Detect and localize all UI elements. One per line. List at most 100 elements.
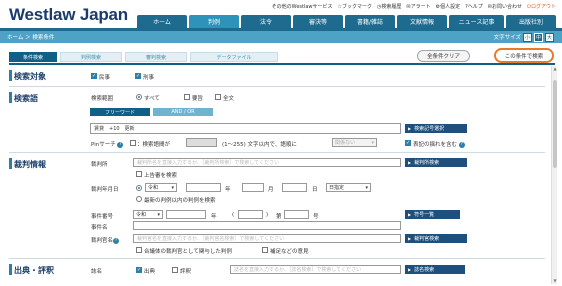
help-link[interactable]: ? ヘルプ [465, 3, 483, 11]
scrollbar-thumb[interactable] [553, 80, 557, 168]
breadcrumb[interactable]: ホーム ＞ 検索条件 [7, 33, 54, 41]
contact-link[interactable]: ✉ お問い合わせ [488, 3, 522, 11]
keyword-input[interactable]: 賃貸 +10 更新 [90, 123, 401, 134]
subtab-condition[interactable]: 条件検索 [9, 52, 57, 62]
checkbox-summary[interactable] [184, 94, 190, 100]
section-marker [9, 158, 12, 169]
label-latest: 最新の判例以内の判例を検索 [144, 198, 216, 204]
section-marker [9, 92, 12, 103]
logout-link[interactable]: ⏻ ログアウト [527, 3, 556, 11]
journal-input[interactable]: 誌名を直接入力するか、［誌名検索］で検索してください [230, 265, 401, 274]
search-button[interactable]: この条件で検索 [494, 48, 554, 63]
other-services-link[interactable]: その他のWestlawサービス [272, 3, 333, 10]
pin-distance-input[interactable] [186, 138, 217, 147]
journal-search-button[interactable]: 誌名検索 [405, 265, 465, 274]
scrollbar[interactable]: ▲ ▼ [551, 66, 557, 284]
label-opinion: 補足などの意見 [270, 249, 309, 255]
case-no-year-input[interactable] [166, 210, 206, 219]
scroll-up-icon[interactable]: ▲ [552, 66, 558, 72]
search-symbol-button[interactable]: 検索記号選択 [405, 124, 467, 133]
scroll-down-icon[interactable]: ▼ [552, 278, 558, 284]
font-size-small[interactable]: 小 [523, 32, 532, 42]
label-criminal: 刑事 [143, 75, 155, 81]
symbol-list-button[interactable]: 符号一覧 [405, 210, 460, 219]
case-name-input[interactable] [133, 221, 401, 230]
date-year-input[interactable] [186, 183, 221, 192]
label-day: 日 [312, 187, 318, 193]
logo[interactable]: Westlaw Japan [9, 5, 128, 25]
label-upper-court: 上告審を検索 [144, 173, 178, 179]
pin-range-text: (1～255) 文字以内で、語順に [222, 142, 297, 148]
tab-home[interactable]: ホーム [137, 15, 187, 28]
label-month: 月 [268, 187, 274, 193]
checkbox-source[interactable] [136, 267, 142, 273]
date-era-select[interactable]: 令和 ▾ [145, 183, 177, 192]
label-year: 年 [225, 187, 231, 193]
clear-all-button[interactable]: 全条件クリア [417, 50, 470, 62]
radio-scope-all[interactable] [136, 94, 142, 100]
date-month-input[interactable] [242, 183, 264, 192]
checkbox-fulltext[interactable] [215, 94, 221, 100]
label-summary: 要旨 [192, 96, 204, 102]
judge-search-button[interactable]: 裁判官検索 [405, 234, 467, 243]
personal-settings-link[interactable]: ⚙ 個人設定 [436, 3, 461, 11]
label-synonym: 表記の揺れを含む ? [413, 141, 465, 148]
font-size-large[interactable]: 大 [545, 32, 554, 42]
tab-cases[interactable]: 判例 [189, 15, 239, 28]
main-tabs: ホーム 判例 法令 審決等 書籍/雑誌 文献情報 ニュース記事 出版社別 [137, 15, 556, 28]
radio-latest[interactable] [136, 196, 142, 202]
mode-tab-andor[interactable]: AND / OR [153, 108, 213, 116]
judge-input[interactable]: 裁判官名を直接入力するか、［裁判官名検索］で検索してください [133, 234, 401, 243]
subtab-datafile[interactable]: データファイル [190, 52, 278, 62]
tab-books[interactable]: 書籍/雑誌 [345, 15, 395, 28]
chevron-down-icon: ▾ [157, 211, 160, 218]
subtab-case[interactable]: 判例検索 [60, 52, 122, 62]
checkbox-pin[interactable] [130, 140, 136, 146]
help-icon[interactable]: ? [117, 141, 124, 148]
date-mode-select[interactable]: 日指定 ▾ [326, 183, 371, 192]
pin-search-label: Pinサーチ ? [91, 141, 124, 148]
tab-decisions[interactable]: 審決等 [293, 15, 343, 28]
mode-tab-freeword[interactable]: フリーワード [90, 108, 150, 116]
bookmark-link[interactable]: ☆ ブックマーク [338, 3, 373, 11]
radio-date[interactable] [136, 185, 142, 191]
divider [9, 258, 545, 259]
help-icon[interactable]: ? [113, 237, 120, 244]
section-title-court: 裁判情報 [14, 160, 46, 169]
tab-statutes[interactable]: 法令 [241, 15, 291, 28]
checkbox-civil[interactable] [91, 73, 97, 79]
checkbox-synonym[interactable] [405, 140, 411, 146]
label-open-paren: ( [232, 212, 235, 218]
checkbox-upper-court[interactable] [136, 171, 142, 177]
font-size-medium[interactable]: 中 [534, 32, 543, 42]
label-scope-all: すべて [144, 96, 160, 102]
tab-news[interactable]: ニュース記事 [449, 15, 504, 28]
pin-order-select[interactable]: 関係ない ▾ [332, 138, 377, 147]
court-search-button[interactable]: 裁判所検索 [405, 158, 467, 167]
checkbox-panel-judge[interactable] [136, 247, 142, 253]
alert-link[interactable]: ✉ アラート [406, 3, 430, 11]
checkbox-criminal[interactable] [135, 73, 141, 79]
checkbox-commentary[interactable] [172, 267, 178, 273]
label-case-no: 事件番号 [91, 214, 114, 220]
case-no-symbol-input[interactable] [238, 210, 263, 219]
checkbox-opinion[interactable] [262, 247, 268, 253]
label-case-name: 事件名 [91, 225, 108, 231]
tab-literature[interactable]: 文献情報 [397, 15, 447, 28]
tab-publishers[interactable]: 出版社別 [506, 15, 556, 28]
divider [9, 86, 545, 87]
case-no-number-input[interactable] [284, 210, 309, 219]
history-link[interactable]: ◷ 検索履歴 [377, 3, 401, 11]
subtab-underline [9, 63, 555, 65]
font-size-control: 文字サイズ 小 中 大 [494, 31, 554, 43]
help-icon[interactable]: ? [458, 141, 465, 148]
subtab-trial[interactable]: 審判検索 [125, 52, 187, 62]
date-day-input[interactable] [282, 183, 307, 192]
court-input[interactable]: 裁判所名を直接入力するか、［裁判所検索］で検索してください [133, 158, 401, 167]
pin-text: ：検索語間が [137, 142, 171, 148]
label-judge: 裁判官名? [91, 237, 120, 244]
label-source: 出典 [144, 269, 156, 275]
case-no-era-select[interactable]: 令和 ▾ [133, 210, 163, 219]
chevron-down-icon: ▾ [171, 184, 174, 191]
section-marker [9, 264, 12, 275]
